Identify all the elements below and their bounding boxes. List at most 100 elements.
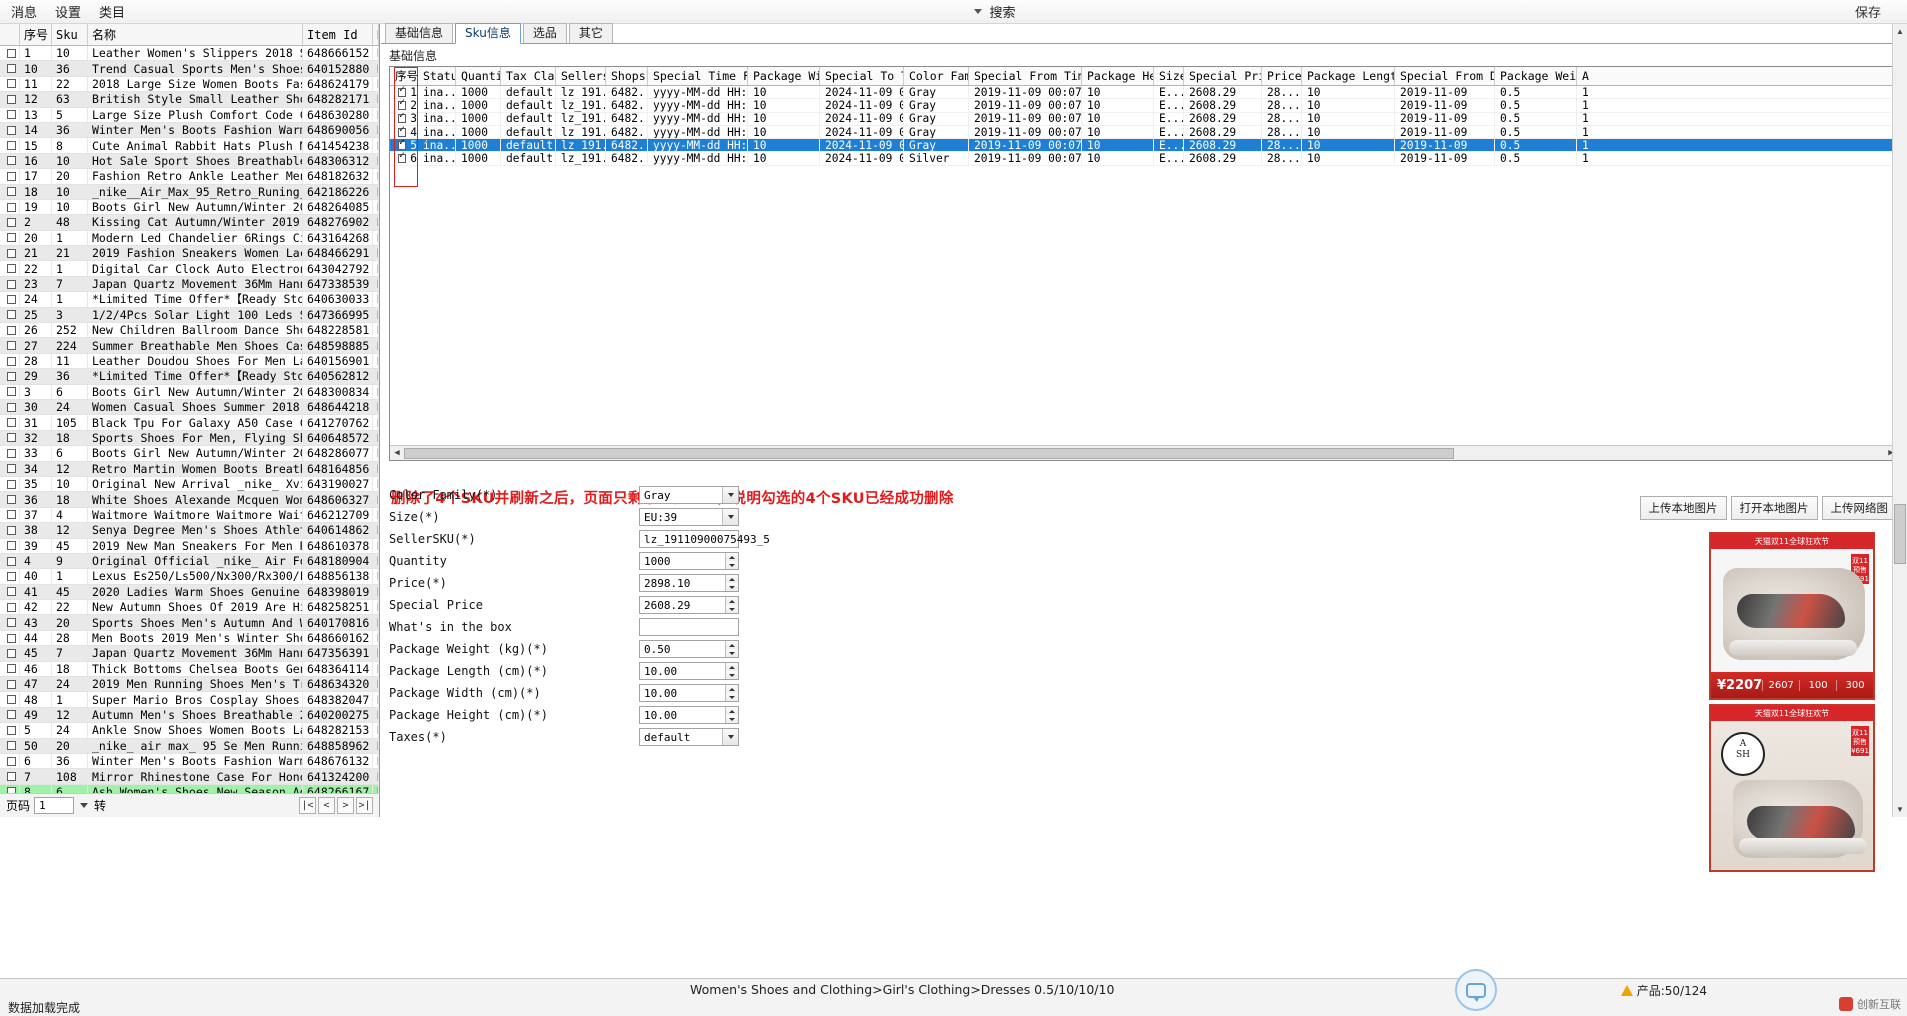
table-row[interactable]: 5020_nike_ air max_ 95 Se Men Running Sh…	[0, 738, 379, 754]
row-checkbox[interactable]	[0, 153, 20, 169]
row-checkbox[interactable]	[0, 753, 20, 769]
menu-item-messages[interactable]: 消息	[2, 0, 46, 24]
spinner-9[interactable]: 10.00	[639, 684, 739, 702]
last-page-button[interactable]: >|	[356, 797, 373, 814]
table-row[interactable]: 1610Hot Sale Sport Shoes Breathable Slip…	[0, 153, 379, 170]
table-row[interactable]: 3812Senya Degree Men's Shoes Athletic Sh…	[0, 523, 379, 539]
table-row[interactable]: 3218Sports Shoes For Men, Flying Shoes F…	[0, 430, 379, 447]
spinner-10[interactable]: 10.00	[639, 706, 739, 724]
header-name[interactable]: 名称	[88, 24, 303, 45]
table-row[interactable]: 4428Men Boots 2019 Men's Winter Shoes Fa…	[0, 630, 379, 647]
table-row[interactable]: 2936*Limited Time Offer*【Ready Stock】Ori…	[0, 369, 379, 385]
sku-header-special_from_time[interactable]: Special From Time	[969, 67, 1082, 85]
table-row[interactable]: 401Lexus Es250/Ls500/Nx300/Rx300/Lx/Lc50…	[0, 569, 379, 585]
sku-row[interactable]: 6ina...1000defaultlz_191...6482...yyyy-M…	[390, 152, 1898, 166]
row-checkbox[interactable]	[0, 184, 20, 199]
spin-down-icon[interactable]	[726, 605, 738, 613]
sku-row[interactable]: 1ina...1000defaultlz_191...6482...yyyy-M…	[390, 86, 1898, 100]
row-checkbox[interactable]	[0, 523, 20, 538]
row-checkbox[interactable]	[0, 661, 20, 677]
row-checkbox[interactable]	[0, 630, 20, 646]
row-checkbox[interactable]	[0, 353, 20, 369]
row-checkbox[interactable]	[0, 399, 20, 415]
sku-header-price[interactable]: Price	[1262, 67, 1302, 85]
page-number-input[interactable]: 1	[34, 797, 75, 814]
chat-icon[interactable]	[1455, 969, 1497, 1011]
header-sku[interactable]: Sku	[52, 24, 88, 45]
sku-header-no[interactable]: 序号	[390, 67, 418, 85]
page-dropdown-icon[interactable]	[80, 803, 89, 808]
table-row[interactable]: 636Winter Men's Boots Fashion Warm Boot …	[0, 753, 379, 770]
sku-header-package_weight[interactable]: Package Weight	[1495, 67, 1577, 85]
checkbox-icon[interactable]	[398, 99, 407, 110]
menu-item-settings[interactable]: 设置	[46, 0, 90, 24]
row-checkbox[interactable]	[0, 230, 20, 246]
sku-header-special_to_time[interactable]: Special To Time	[820, 67, 904, 85]
table-row[interactable]: 1810_nike__Air_Max_95_Retro_Runing_Shoes…	[0, 184, 379, 200]
spinner-arrows[interactable]	[725, 707, 738, 723]
row-checkbox[interactable]	[0, 600, 20, 615]
row-checkbox[interactable]	[0, 138, 20, 153]
row-checkbox[interactable]	[0, 415, 20, 430]
sku-header-package_width[interactable]: Package Width	[748, 67, 820, 85]
row-checkbox[interactable]	[0, 723, 20, 738]
spinner-arrows[interactable]	[725, 663, 738, 679]
table-row[interactable]: 4912Autumn Men's Shoes Breathable 2019 F…	[0, 707, 379, 724]
table-row[interactable]: 36Boots Girl New Autumn/Winter 2019 Mart…	[0, 384, 379, 400]
detail-tabs[interactable]: 基础信息 Sku信息 选品 其它	[381, 23, 1907, 44]
sku-grid-body[interactable]: 1ina...1000defaultlz_191...6482...yyyy-M…	[390, 86, 1898, 166]
row-checkbox[interactable]	[0, 461, 20, 476]
spinner-7[interactable]: 0.50	[639, 640, 739, 658]
row-checkbox[interactable]	[0, 507, 20, 523]
table-row[interactable]: 3024Women Casual Shoes Summer 2018 Sprin…	[0, 399, 379, 416]
sku-header-special_time_format[interactable]: Special Time Format	[648, 67, 748, 85]
table-row[interactable]: 221Digital Car Clock Auto Electronic Wat…	[0, 261, 379, 277]
table-row[interactable]: 110Leather Women's Slippers 2018 Summer …	[0, 46, 379, 62]
sku-header-package_height[interactable]: Package Height	[1082, 67, 1154, 85]
table-row[interactable]: 1436Winter Men's Boots Fashion Warm Boot…	[0, 122, 379, 139]
table-row[interactable]: 1910Boots Girl New Autumn/Winter 2019 Ma…	[0, 199, 379, 216]
checkbox-icon[interactable]	[398, 113, 407, 124]
sku-header-quantity[interactable]: Quantity	[456, 67, 501, 85]
row-checkbox[interactable]	[0, 215, 20, 230]
sku-header-shopsku[interactable]: Shopsku	[606, 67, 648, 85]
row-checkbox[interactable]	[0, 538, 20, 553]
spinner-3[interactable]: 1000	[639, 552, 739, 570]
product-image-card-1[interactable]: 天猫双11全球狂欢节 双11预售¥691 ¥2207 2607 100 300	[1709, 532, 1875, 700]
sku-row-checkbox[interactable]: 6	[390, 152, 418, 165]
sku-row-checkbox[interactable]: 1	[390, 86, 418, 99]
table-row[interactable]: 27224Summer Breathable Men Shoes Casual …	[0, 338, 379, 354]
table-row[interactable]: 158Cute Animal Rabbit Hats Plush Moving …	[0, 138, 379, 154]
spin-down-icon[interactable]	[726, 649, 738, 657]
row-checkbox[interactable]	[0, 615, 20, 630]
next-page-button[interactable]: >	[337, 797, 354, 814]
table-row[interactable]: 3510Original New Arrival _nike_ Xvi Low …	[0, 476, 379, 493]
select-0[interactable]: Gray	[639, 486, 739, 504]
chevron-down-icon[interactable]	[722, 509, 738, 525]
spin-down-icon[interactable]	[726, 583, 738, 591]
spin-down-icon[interactable]	[726, 671, 738, 679]
row-checkbox[interactable]	[0, 446, 20, 461]
sku-row-checkbox[interactable]: 4	[390, 125, 418, 139]
sku-header-package_length[interactable]: Package Length	[1302, 67, 1395, 85]
row-checkbox[interactable]	[0, 646, 20, 661]
row-checkbox[interactable]	[0, 677, 20, 692]
table-row[interactable]: 7108Mirror Rhinestone Case For Honor 9 8…	[0, 769, 379, 785]
spin-up-icon[interactable]	[726, 641, 738, 649]
sku-row[interactable]: 4ina...1000defaultlz_191...6482...yyyy-M…	[390, 125, 1898, 140]
row-checkbox[interactable]	[0, 492, 20, 507]
spinner-arrows[interactable]	[725, 575, 738, 591]
sku-header-sellersku[interactable]: Sellersku	[556, 67, 606, 85]
spinner-arrows[interactable]	[725, 641, 738, 657]
row-checkbox[interactable]	[0, 246, 20, 261]
sku-header-color_family[interactable]: Color Family	[904, 67, 969, 85]
sku-row[interactable]: 3ina...1000defaultlz_191...6482...yyyy-M…	[390, 112, 1898, 126]
table-row[interactable]: 201Modern Led Chandelier 6Rings Circle C…	[0, 230, 379, 247]
spin-up-icon[interactable]	[726, 575, 738, 583]
tab-2[interactable]: 选品	[522, 23, 567, 43]
row-checkbox[interactable]	[0, 476, 20, 492]
spinner-5[interactable]: 2608.29	[639, 596, 739, 614]
chevron-down-icon[interactable]	[973, 9, 982, 14]
table-row[interactable]: 237Japan Quartz Movement 36Mm Hannah Mar…	[0, 276, 379, 293]
prev-page-button[interactable]: <	[318, 797, 335, 814]
